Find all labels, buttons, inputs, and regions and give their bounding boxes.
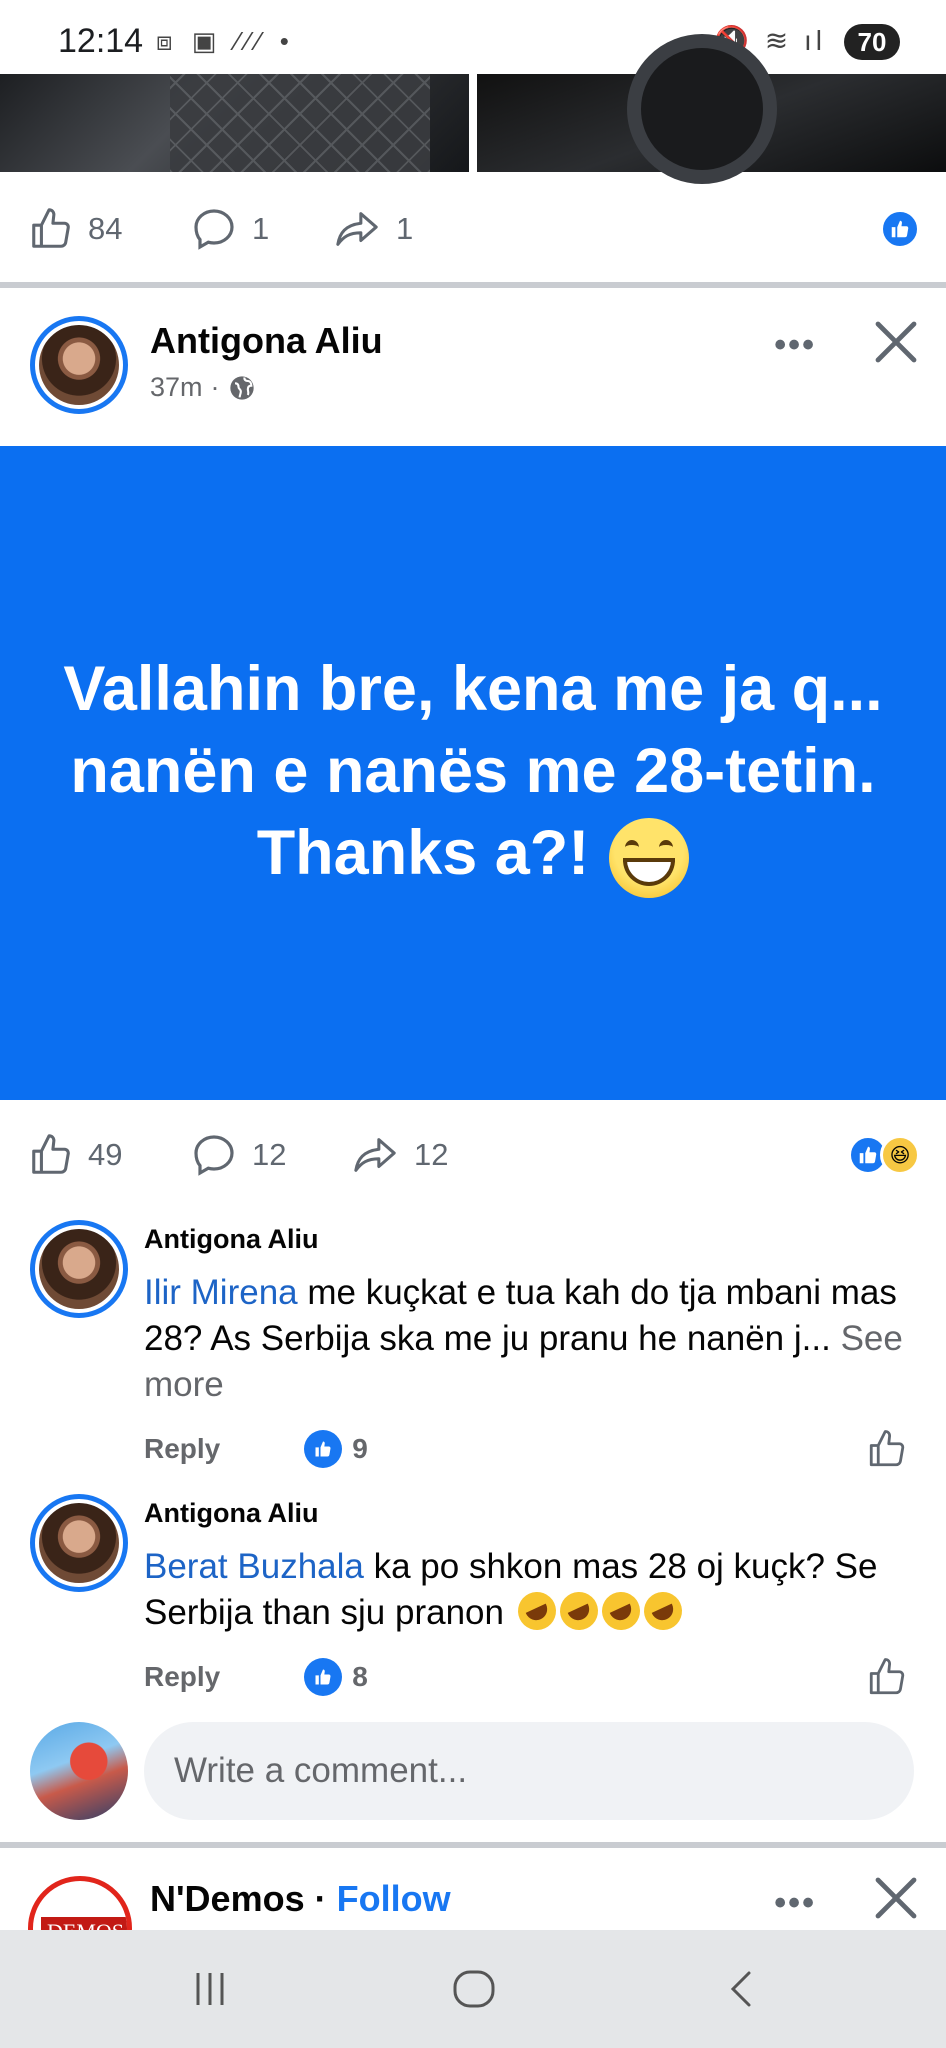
post-author[interactable]: Antigona Aliu [150,320,383,362]
share-icon [354,1138,396,1172]
write-comment-row: Write a comment... [0,1718,946,1824]
close-icon[interactable] [872,318,920,366]
thumbs-up-icon [32,1134,70,1174]
comment-actions: Reply 9 [144,1430,368,1468]
like-count: 84 [88,211,123,246]
comment-like-icon[interactable] [866,1656,908,1698]
more-options-button[interactable]: ••• [774,1884,816,1923]
post-meta: 37m · [150,372,256,403]
comment-like-badge-icon [304,1658,343,1696]
like-button[interactable]: 84 [28,174,122,284]
comment-text: Berat Buzhala ka po shkon mas 28 oj kuçk… [144,1544,924,1637]
commenter-name[interactable]: Antigona Aliu [144,1498,318,1529]
share-button[interactable]: 12 [350,1100,448,1210]
comment-mention[interactable]: Berat Buzhala [144,1547,364,1586]
next-post-header: DEMOS N'Demos · Follow ••• [0,1850,946,1930]
like-count: 49 [88,1137,123,1172]
like-reaction-icon [880,209,920,249]
grinning-face-emoji-icon [609,817,690,898]
back-icon[interactable] [710,1964,770,2014]
post-header: Antigona Aliu 37m · ••• [0,290,946,440]
author-avatar[interactable] [30,316,128,414]
like-button[interactable]: 49 [28,1100,122,1210]
car-mat-image[interactable] [0,74,469,172]
share-count: 12 [414,1137,449,1172]
comment-count: 1 [252,211,270,246]
thumbs-up-icon [32,208,70,248]
more-options-button[interactable]: ••• [774,326,816,365]
post-status-card[interactable]: Vallahin bre, kena me ja q... nanën e na… [0,446,946,1100]
home-icon[interactable] [444,1964,504,2014]
current-user-avatar[interactable] [30,1722,128,1820]
post-actions: 49 12 12 😆 [0,1100,946,1210]
comment-icon [194,209,234,250]
comment-button[interactable]: 12 [190,1100,286,1210]
post-divider [0,1842,946,1848]
commenter-name[interactable]: Antigona Aliu [144,1224,318,1255]
comment-like-icon[interactable] [866,1428,908,1470]
globe-icon [229,375,254,400]
commenter-avatar[interactable] [30,1220,128,1318]
comment-mention[interactable]: Ilir Mirena [144,1273,298,1312]
share-icon [336,212,378,246]
comment-button[interactable]: 1 [190,174,269,284]
comment-item: Antigona Aliu Ilir Mirena me kuçkat e tu… [0,1220,946,1480]
system-navigation-bar [0,1930,946,2048]
post-time[interactable]: 37m [150,372,203,403]
battery-indicator: 70 [844,24,900,60]
comment-count: 12 [252,1137,287,1172]
reaction-summary[interactable]: 😆 [848,1100,920,1210]
car-wheel-image[interactable] [477,34,946,184]
comment-input[interactable]: Write a comment... [144,1722,914,1820]
comment-actions: Reply 8 [144,1658,368,1696]
comment-item: Antigona Aliu Berat Buzhala ka po shkon … [0,1494,946,1704]
comment-like-count: 8 [352,1661,368,1692]
rofl-emoji-icon [595,1585,646,1637]
comment-icon [194,1135,234,1176]
notification-icons: ⧈ ▣ ⁄⁄⁄ • [156,26,295,56]
close-icon[interactable] [872,1874,920,1922]
follow-button[interactable]: Follow [337,1878,451,1919]
reply-button[interactable]: Reply [144,1661,220,1693]
comment-text: Ilir Mirena me kuçkat e tua kah do tja m… [144,1273,903,1404]
post-divider [0,282,946,288]
comment-like-badge-icon [304,1430,343,1468]
share-button[interactable]: 1 [332,174,413,284]
rofl-emoji-icon [553,1585,604,1637]
rofl-emoji-icon [637,1585,688,1637]
post-status-text: Vallahin bre, kena me ja q... nanën e na… [63,648,883,898]
commenter-avatar[interactable] [30,1494,128,1592]
next-post-author: N'Demos · Follow [150,1878,451,1919]
rofl-emoji-icon [511,1585,562,1637]
share-count: 1 [396,211,414,246]
comment-like-count: 9 [352,1433,368,1464]
reaction-summary[interactable] [880,174,920,284]
haha-reaction-icon: 😆 [880,1135,920,1175]
recents-icon[interactable] [180,1964,240,2014]
previous-post-images[interactable] [0,34,946,184]
status-time: 12:14 [58,22,144,60]
ndemos-logo[interactable]: DEMOS [28,1876,132,1930]
previous-post-actions: 84 1 1 [0,174,946,284]
status-bar: 12:14 ⧈ ▣ ⁄⁄⁄ • 🔇 ≋ ıl 70 [0,0,946,74]
reply-button[interactable]: Reply [144,1433,220,1465]
